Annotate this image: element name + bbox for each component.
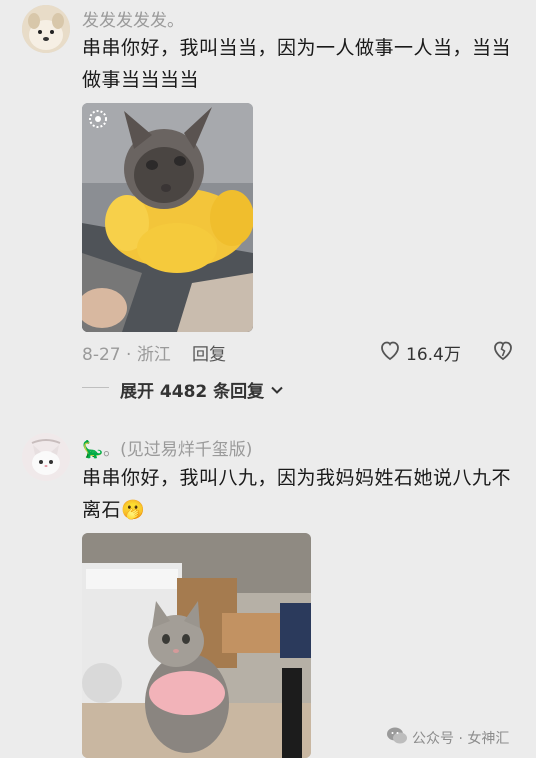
heart-icon[interactable]	[378, 338, 402, 366]
location-text: 浙江	[136, 345, 171, 365]
avatar[interactable]	[22, 433, 70, 481]
reply-button[interactable]: 回复	[192, 340, 226, 365]
meta-separator: ·	[120, 345, 137, 365]
date-text: 8-27	[82, 345, 121, 365]
username-text: 。(见过易烊千玺版)	[103, 440, 253, 460]
comment-photo-cat-pumpkin[interactable]	[82, 103, 253, 332]
like-count: 16.4万	[406, 345, 461, 365]
watermark-label: 公众号 · 女神汇	[412, 731, 510, 747]
expand-divider	[82, 387, 109, 388]
username[interactable]: 发发发发发。	[82, 6, 184, 31]
shushing-face-emoji-icon: 🫢	[121, 499, 146, 521]
expand-replies-button[interactable]: 展开 4482 条回复	[120, 377, 284, 402]
comment-photo-cat-sweater[interactable]	[82, 533, 311, 758]
avatar[interactable]	[22, 5, 70, 53]
dislike-broken-heart-icon[interactable]	[491, 338, 515, 366]
comment-date: 8-27 · 浙江	[82, 340, 171, 365]
comment-feed: 发发发发发。 串串你好，我叫当当，因为一人做事一人当，当当做事当当当当 8-27…	[0, 0, 536, 758]
dinosaur-emoji-icon: 🦕	[82, 440, 104, 460]
comment-text-body: 串串你好，我叫八九，因为我妈妈姓石她说八九不离石	[82, 467, 512, 521]
wechat-icon	[386, 726, 408, 750]
comment-text: 串串你好，我叫当当，因为一人做事一人当，当当做事当当当当	[82, 37, 512, 91]
expand-replies-label: 展开 4482 条回复	[120, 382, 265, 402]
chevron-down-icon	[270, 382, 284, 402]
username[interactable]: 🦕。(见过易烊千玺版)	[82, 435, 252, 460]
comment-text: 串串你好，我叫八九，因为我妈妈姓石她说八九不离石🫢	[82, 462, 512, 526]
